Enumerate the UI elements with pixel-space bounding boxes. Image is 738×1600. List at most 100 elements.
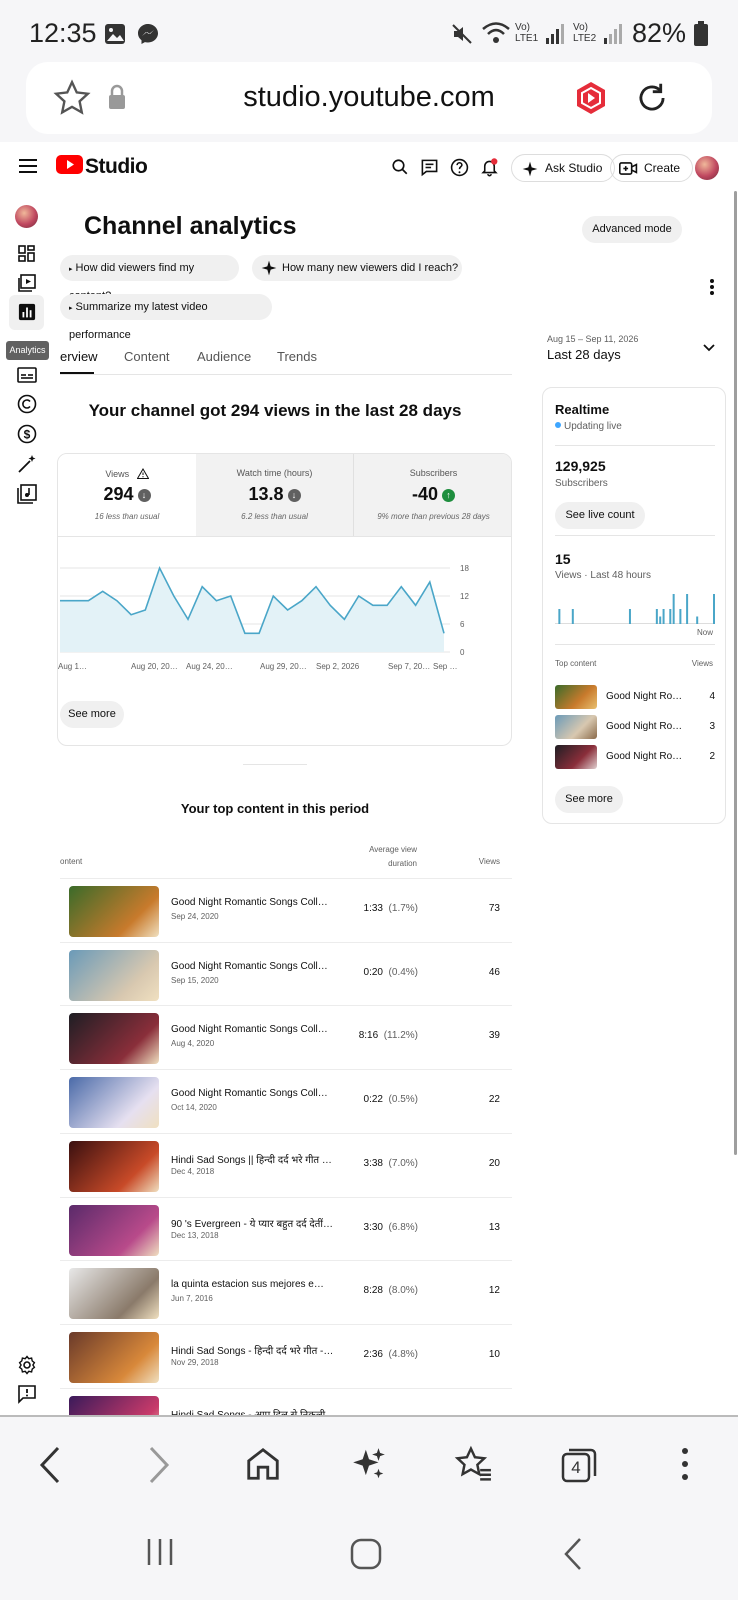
- chevron-down-icon[interactable]: [703, 344, 715, 352]
- subtitles-icon[interactable]: [17, 365, 37, 385]
- section-divider: [243, 764, 307, 765]
- channel-avatar[interactable]: [15, 205, 38, 228]
- see-live-count-button[interactable]: See live count: [555, 502, 645, 529]
- see-more-button[interactable]: See more: [60, 701, 124, 728]
- tab-audience[interactable]: Audience: [197, 349, 251, 364]
- date-period[interactable]: Last 28 days: [547, 347, 621, 362]
- tab-trends[interactable]: Trends: [277, 349, 317, 364]
- realtime-see-more-button[interactable]: See more: [555, 786, 623, 813]
- video-thumbnail: [555, 715, 597, 739]
- realtime-bar[interactable]: [669, 609, 672, 624]
- tab-overview[interactable]: erview: [60, 349, 98, 364]
- create-button[interactable]: Create: [610, 154, 694, 182]
- metric-watch-time[interactable]: Watch time (hours) 13.8 ↓ 6.2 less than u…: [196, 454, 353, 536]
- chip-summarize[interactable]: ▸ Summarize my latest video performance: [60, 294, 272, 341]
- video-thumbnail[interactable]: [69, 949, 159, 1001]
- chip-new-viewers[interactable]: How many new viewers did I reach?: [252, 255, 462, 281]
- video-title[interactable]: Good Night Romantic Songs Coll…: [171, 897, 341, 908]
- metric-subscribers[interactable]: Subscribers -40 ↑ 9% more than previous 2…: [353, 454, 511, 536]
- dashboard-icon[interactable]: [17, 244, 37, 264]
- video-thumbnail[interactable]: [69, 1077, 159, 1129]
- realtime-bar[interactable]: [628, 609, 631, 624]
- table-row[interactable]: Hindi Sad Songs - हिन्दी दर्द भरे गीत -……: [60, 1323, 512, 1388]
- search-icon[interactable]: [391, 158, 409, 176]
- chip-arrow-icon: ▸: [69, 266, 73, 273]
- customization-icon[interactable]: [17, 454, 37, 474]
- date-range[interactable]: Aug 15 – Sep 11, 2026: [547, 334, 638, 344]
- realtime-bar[interactable]: [672, 594, 675, 624]
- home-nav-icon[interactable]: [349, 1537, 383, 1571]
- advanced-mode-button[interactable]: Advanced mode: [582, 216, 682, 243]
- home-icon[interactable]: [244, 1445, 282, 1483]
- video-thumbnail[interactable]: [69, 1331, 159, 1383]
- video-thumbnail[interactable]: [69, 1140, 159, 1192]
- realtime-content-row[interactable]: Good Night Ro… 3: [555, 715, 715, 741]
- video-thumbnail[interactable]: [69, 1013, 159, 1065]
- metric-views[interactable]: Views 294 ↓ 16 less than usual: [58, 454, 196, 536]
- realtime-content-row[interactable]: Good Night Ro… 2: [555, 745, 715, 771]
- table-row[interactable]: Hindi Sad Songs || हिन्दी दर्द भरे गीत ……: [60, 1132, 512, 1197]
- youtube-logo-icon[interactable]: [56, 155, 83, 174]
- realtime-bar[interactable]: [713, 594, 715, 624]
- realtime-content-row[interactable]: Good Night Ro… 4: [555, 685, 715, 711]
- table-row[interactable]: 90 's Evergreen - ये प्यार बहुत दर्द देत…: [60, 1196, 512, 1261]
- back-icon[interactable]: [38, 1445, 62, 1485]
- address-bar[interactable]: studio.youtube.com: [26, 62, 712, 134]
- youtube-studio-app-icon[interactable]: [576, 81, 606, 115]
- realtime-bar[interactable]: [662, 609, 665, 624]
- table-row[interactable]: Good Night Romantic Songs Coll… Aug 4, 20…: [60, 1005, 512, 1069]
- url-text[interactable]: studio.youtube.com: [26, 81, 712, 114]
- duration-percent: (0.5%): [388, 1094, 418, 1106]
- realtime-bar[interactable]: [571, 609, 574, 624]
- metric-value: 294: [103, 484, 134, 504]
- audio-library-icon[interactable]: [17, 484, 37, 504]
- realtime-bar[interactable]: [679, 609, 682, 624]
- account-avatar[interactable]: [695, 156, 719, 180]
- ask-studio-button[interactable]: Ask Studio: [511, 154, 616, 182]
- earn-icon[interactable]: $: [17, 424, 37, 444]
- table-row[interactable]: la quinta estacion sus mejores e… Jun 7, …: [60, 1260, 512, 1324]
- ai-assistant-icon[interactable]: [350, 1445, 388, 1483]
- realtime-bar[interactable]: [558, 609, 561, 624]
- video-title[interactable]: 90 's Evergreen - ये प्यार बहुत दर्द देत…: [171, 1216, 341, 1230]
- analytics-rail-item[interactable]: [9, 295, 44, 330]
- video-title[interactable]: Good Night Romantic Songs Coll…: [171, 1088, 341, 1099]
- more-options-icon[interactable]: [709, 278, 715, 296]
- table-row[interactable]: Good Night Romantic Songs Coll… Oct 14, 2…: [60, 1069, 512, 1133]
- browser-menu-icon[interactable]: [681, 1447, 689, 1481]
- menu-icon[interactable]: [19, 159, 37, 173]
- reload-icon[interactable]: [633, 78, 671, 118]
- settings-icon[interactable]: [17, 1355, 37, 1375]
- realtime-bar[interactable]: [686, 594, 689, 624]
- realtime-bar-chart[interactable]: [555, 588, 715, 624]
- video-title[interactable]: la quinta estacion sus mejores e…: [171, 1279, 341, 1290]
- page-scrollbar[interactable]: [734, 191, 737, 1155]
- video-title[interactable]: Hindi Sad Songs || हिन्दी दर्द भरे गीत …: [171, 1152, 341, 1166]
- table-row[interactable]: Good Night Romantic Songs Coll… Sep 24, 2…: [60, 878, 512, 942]
- realtime-bar[interactable]: [655, 609, 658, 624]
- tabs-button[interactable]: 4: [561, 1447, 597, 1483]
- content-icon[interactable]: [17, 273, 37, 293]
- table-row[interactable]: Good Night Romantic Songs Coll… Sep 15, 2…: [60, 941, 512, 1006]
- recent-apps-icon[interactable]: [145, 1537, 175, 1567]
- help-icon[interactable]: [450, 158, 469, 177]
- video-title[interactable]: Hindi Sad Songs - हिन्दी दर्द भरे गीत -…: [171, 1343, 341, 1357]
- tab-content[interactable]: Content: [124, 349, 170, 364]
- video-thumbnail[interactable]: [69, 1268, 159, 1320]
- back-nav-icon[interactable]: [563, 1537, 583, 1571]
- forward-icon[interactable]: [147, 1445, 171, 1485]
- notifications-icon[interactable]: [480, 157, 499, 177]
- feedback-icon[interactable]: [17, 1384, 37, 1404]
- realtime-bar[interactable]: [696, 616, 699, 625]
- comments-icon[interactable]: [420, 158, 439, 177]
- video-thumbnail[interactable]: [69, 1204, 159, 1256]
- video-thumbnail[interactable]: [69, 886, 159, 937]
- studio-logo-text[interactable]: Studio: [85, 155, 148, 179]
- bookmarks-icon[interactable]: [454, 1445, 494, 1483]
- video-title[interactable]: Good Night Romantic Songs Coll…: [171, 1024, 341, 1035]
- video-title[interactable]: Good Night Romantic Songs Coll…: [171, 961, 341, 972]
- realtime-bar[interactable]: [659, 616, 662, 625]
- copyright-icon[interactable]: [17, 394, 37, 414]
- views-line-chart[interactable]: 18 12 6 0 Aug 1… Aug 20, 20… Aug 24, 20… Aug 29…: [58, 544, 512, 684]
- chip-find-content[interactable]: ▸How did viewers find my content?: [60, 255, 239, 302]
